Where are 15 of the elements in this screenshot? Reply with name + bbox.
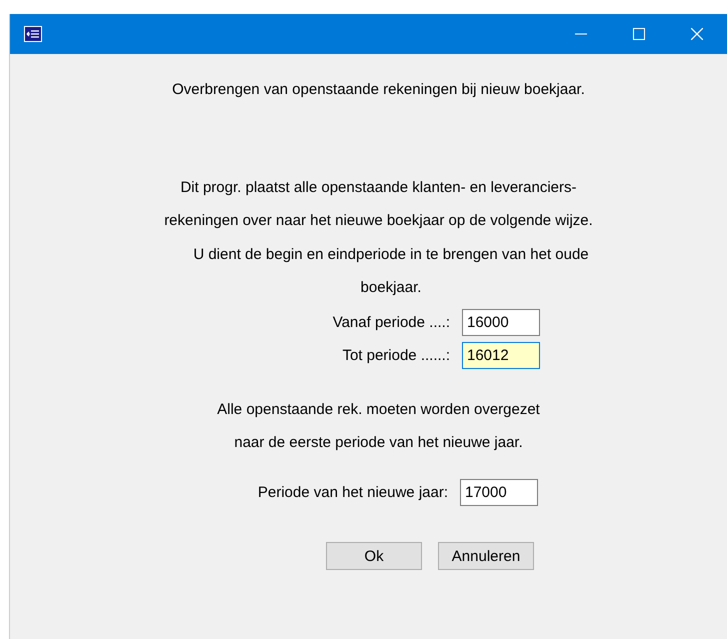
maximize-icon[interactable]	[633, 28, 645, 40]
note-text: Alle openstaande rek. moeten worden overgezet naar de eerste periode van het nieuwe jaar.	[216, 400, 541, 453]
close-icon[interactable]	[691, 28, 703, 40]
dialog-heading: Overbrengen van openstaande rekeningen bij nieuw boekjaar.	[171, 80, 586, 100]
dialog-button[interactable]: Ok	[326, 542, 422, 570]
field-label: Tot periode ......:	[341, 346, 450, 366]
app-icon	[24, 26, 42, 42]
new-year-period-input[interactable]: 17000	[460, 479, 538, 506]
period-input[interactable]: 16012	[462, 342, 540, 369]
dialog-button[interactable]: Annuleren	[438, 542, 534, 570]
instruction-text: U dient de begin en eindperiode in te brengen van het oude boekjaar.	[192, 245, 590, 298]
field-label: Periode van het nieuwe jaar:	[256, 483, 448, 503]
field-label: Vanaf periode ....:	[332, 313, 450, 333]
intro-text: Dit progr. plaatst alle openstaande klanten- en leveranciers- rekeningen over naar het nieuwe boekjaar op de volgende wijze.	[163, 178, 594, 231]
period-input[interactable]: 16000	[462, 309, 540, 336]
